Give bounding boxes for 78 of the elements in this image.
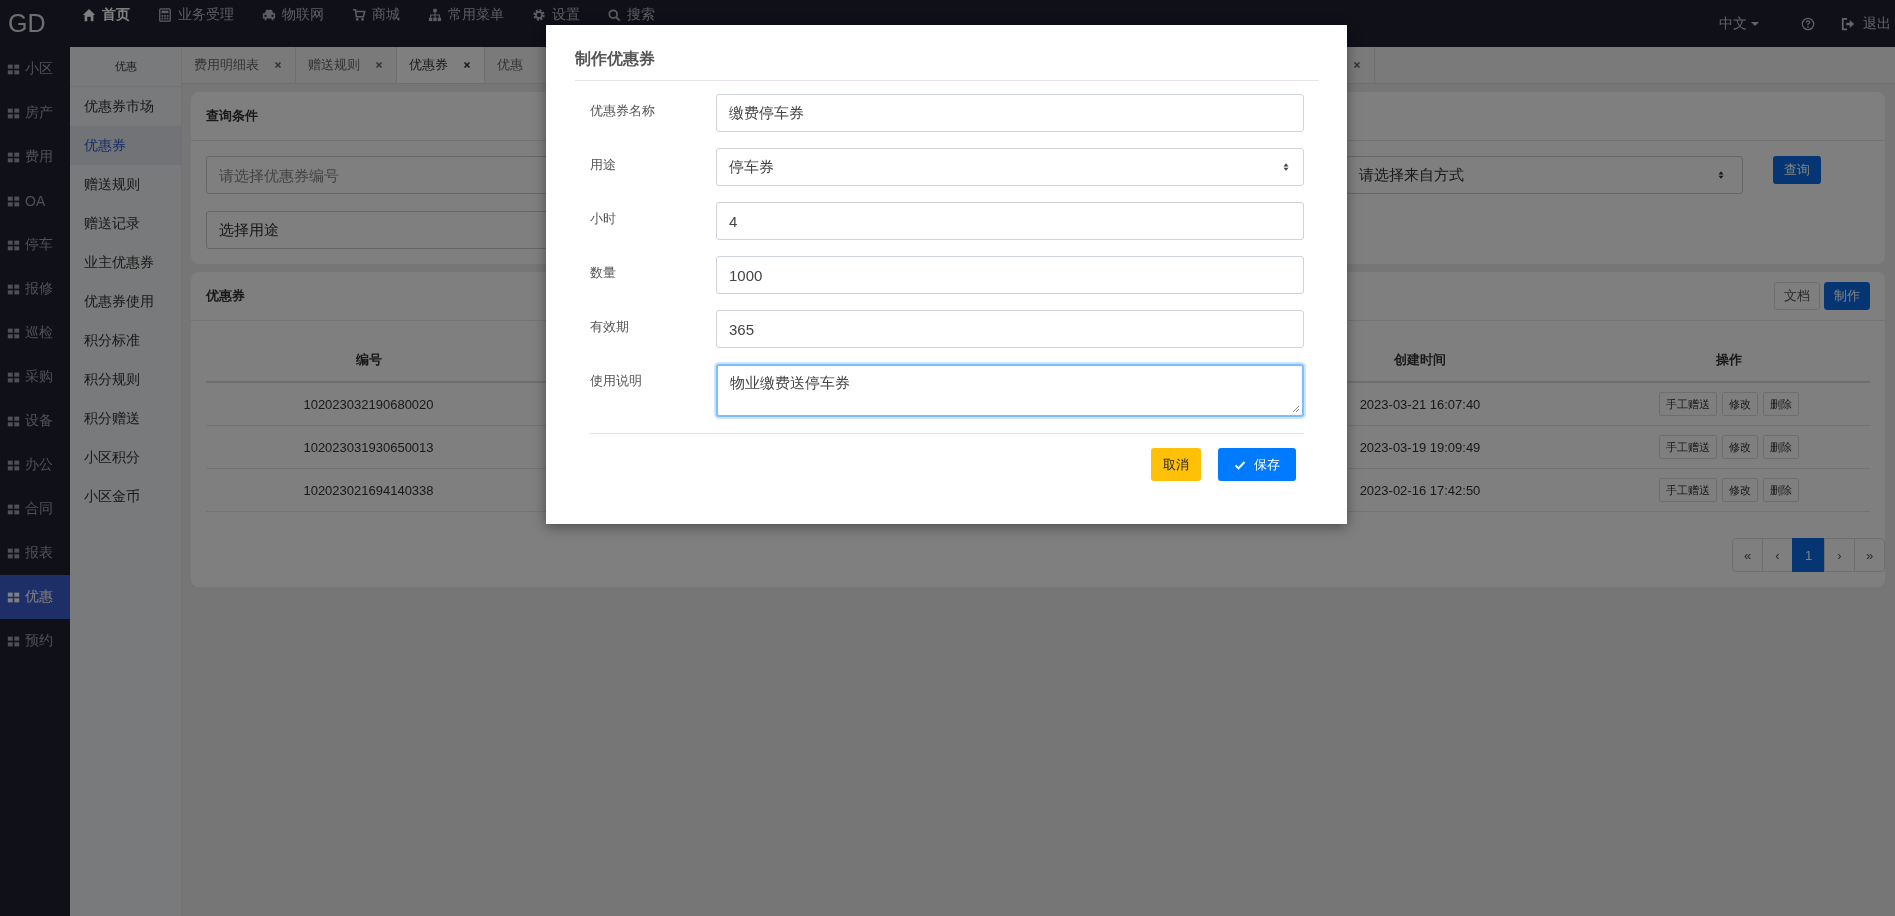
nav-link[interactable]: 业务受理: [144, 7, 248, 23]
sidebar-item[interactable]: 预约: [0, 619, 70, 663]
input-field[interactable]: 365: [716, 310, 1304, 348]
nav-link[interactable]: 物联网: [248, 7, 338, 23]
action-button[interactable]: 修改: [1722, 478, 1758, 502]
table-cell: 102023032190680020: [206, 383, 531, 426]
action-button[interactable]: 修改: [1722, 435, 1758, 459]
select-field[interactable]: 请选择来自方式: [1346, 156, 1743, 194]
sidebar-item[interactable]: 报修: [0, 267, 70, 311]
page-button[interactable]: 1: [1792, 538, 1825, 572]
nav-link[interactable]: 首页: [68, 7, 144, 23]
action-button[interactable]: 手工赠送: [1659, 435, 1717, 459]
logout-link[interactable]: 退出: [1841, 14, 1891, 33]
sidebar-item[interactable]: 合同: [0, 487, 70, 531]
action-button[interactable]: 删除: [1763, 392, 1799, 416]
action-button[interactable]: 删除: [1763, 478, 1799, 502]
submenu-item[interactable]: 优惠券使用: [70, 282, 181, 321]
nav-link[interactable]: 常用菜单: [414, 7, 518, 23]
sidebar-item[interactable]: 巡检: [0, 311, 70, 355]
card-title: 查询条件: [206, 107, 258, 125]
language-menu[interactable]: 中文: [1719, 14, 1759, 33]
field-label: 用途: [590, 156, 617, 174]
cancel-button[interactable]: 取消: [1151, 448, 1201, 481]
submenu-item[interactable]: 优惠券: [70, 126, 181, 165]
action-button[interactable]: 手工赠送: [1659, 478, 1717, 502]
nav-link[interactable]: 商城: [338, 7, 414, 23]
page-button[interactable]: ›: [1824, 538, 1855, 572]
create-button[interactable]: 制作: [1824, 282, 1870, 310]
input-field[interactable]: 缴费停车券: [716, 94, 1304, 132]
submenu-item[interactable]: 小区积分: [70, 438, 181, 477]
submenu-item[interactable]: 赠送规则: [70, 165, 181, 204]
sidebar-item[interactable]: OA: [0, 179, 70, 223]
logo[interactable]: GD: [0, 9, 68, 38]
sidebar-item[interactable]: 报表: [0, 531, 70, 575]
page-tab[interactable]: 费用明细表: [182, 47, 296, 83]
nav-link[interactable]: 搜索: [594, 7, 669, 23]
input-field[interactable]: 4: [716, 202, 1304, 240]
sidebar-item[interactable]: 设备: [0, 399, 70, 443]
sidebar-item[interactable]: 小区: [0, 47, 70, 91]
page-button[interactable]: »: [1854, 538, 1885, 572]
nav-link[interactable]: 设置: [518, 7, 594, 23]
action-button[interactable]: 删除: [1763, 435, 1799, 459]
query-button[interactable]: 查询: [1773, 156, 1821, 184]
action-button[interactable]: 修改: [1722, 392, 1758, 416]
sidebar-item[interactable]: 优惠: [0, 575, 70, 619]
submenu-item[interactable]: 积分规则: [70, 360, 181, 399]
select-field[interactable]: 停车券: [716, 148, 1304, 186]
docs-button[interactable]: 文档: [1774, 282, 1820, 310]
submenu-item[interactable]: 业主优惠券: [70, 243, 181, 282]
submenu-item[interactable]: 积分标准: [70, 321, 181, 360]
submenu-title: 优惠: [70, 47, 181, 87]
table-cell: 102023021694140338: [206, 469, 531, 512]
submenu-item[interactable]: 积分赠送: [70, 399, 181, 438]
page-button[interactable]: ‹: [1762, 538, 1793, 572]
sidebar-item[interactable]: 办公: [0, 443, 70, 487]
submenu-item[interactable]: 小区金币: [70, 477, 181, 516]
submenu-item[interactable]: 赠送记录: [70, 204, 181, 243]
page-button[interactable]: «: [1732, 538, 1763, 572]
field-label: 有效期: [590, 318, 630, 336]
action-button[interactable]: 手工赠送: [1659, 392, 1717, 416]
sidebar-item[interactable]: 停车: [0, 223, 70, 267]
field-label: 数量: [590, 264, 617, 282]
field-label: 优惠券名称: [590, 102, 656, 120]
column-header: 编号: [206, 339, 531, 383]
card-title: 优惠券: [206, 287, 246, 305]
sidebar-item[interactable]: 费用: [0, 135, 70, 179]
save-button[interactable]: 保存: [1218, 448, 1296, 481]
sidebar-item[interactable]: 房产: [0, 91, 70, 135]
column-header: 操作: [1535, 339, 1870, 383]
table-cell: 102023031930650013: [206, 426, 531, 469]
page-tab[interactable]: 优惠券: [397, 47, 485, 83]
field-label: 使用说明: [590, 372, 643, 390]
sidebar-item[interactable]: 采购: [0, 355, 70, 399]
field-label: 小时: [590, 210, 617, 228]
text-area[interactable]: 物业缴费送停车券: [716, 364, 1304, 417]
dialog-title: 制作优惠券: [575, 49, 655, 69]
submenu-item[interactable]: 优惠券市场: [70, 87, 181, 126]
input-field[interactable]: 1000: [716, 256, 1304, 294]
